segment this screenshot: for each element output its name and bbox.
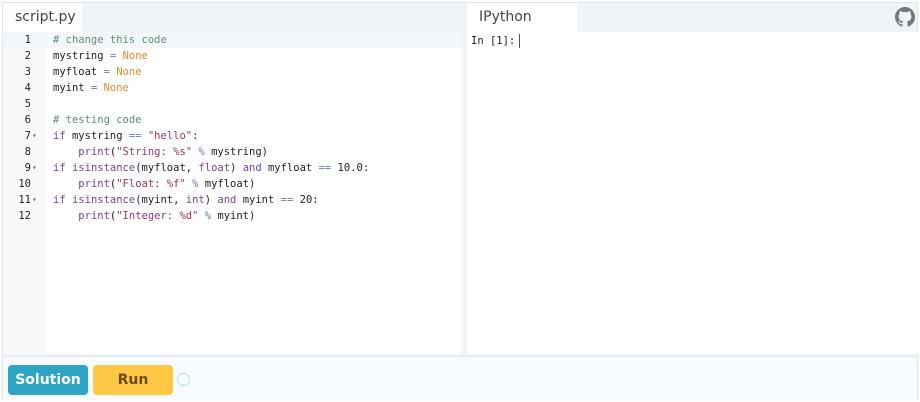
- code-text: print("String: %s" % mystring): [53, 144, 268, 160]
- code-token: mystring): [204, 146, 268, 158]
- tab-script-py[interactable]: script.py: [3, 3, 82, 32]
- code-token: myfloat: [53, 66, 104, 78]
- code-line[interactable]: 10 print("Float: %f" % myfloat): [3, 176, 462, 192]
- code-token: if: [53, 130, 66, 142]
- line-number: 4: [24, 82, 31, 94]
- text-cursor: [519, 34, 521, 48]
- code-token: myint: [53, 82, 91, 94]
- code-line[interactable]: 1 # change this code: [3, 32, 462, 48]
- line-number: 12: [18, 210, 31, 222]
- line-number: 8: [24, 146, 31, 158]
- code-token: mystring: [53, 50, 110, 62]
- github-icon[interactable]: [895, 7, 915, 27]
- code-text: myint = None: [53, 80, 129, 96]
- code-line[interactable]: 2 mystring = None: [3, 48, 462, 64]
- code-line[interactable]: 3 myfloat = None: [3, 64, 462, 80]
- shell-prompt-label: In [1]:: [471, 35, 516, 47]
- code-token: mystring: [65, 130, 129, 142]
- code-line[interactable]: 8 print("String: %s" % mystring): [3, 144, 462, 160]
- code-token: ): [230, 162, 243, 174]
- line-number: 1: [24, 34, 31, 46]
- code-text: if mystring == "hello":: [53, 128, 198, 144]
- code-token: "hello": [147, 130, 193, 142]
- code-text: # testing code: [53, 112, 142, 128]
- code-line[interactable]: 11 ▾ if isinstance(myint, int) and myint =…: [3, 192, 462, 208]
- tab-ipython-shell[interactable]: IPython Shell: [467, 3, 577, 54]
- code-token: myint): [211, 210, 256, 222]
- code-token: ==: [128, 130, 142, 142]
- code-token: int: [185, 194, 205, 206]
- code-token: and: [217, 194, 237, 206]
- code-text: print("Integer: %d" % myint): [53, 208, 255, 224]
- code-token: float: [198, 162, 231, 174]
- code-token: (myfloat,: [135, 162, 199, 174]
- code-token: if: [53, 162, 66, 174]
- fold-arrow-icon[interactable]: ▾: [32, 160, 37, 176]
- code-token: # testing code: [53, 114, 142, 126]
- code-token: "String: %s": [116, 146, 193, 158]
- line-number: 3: [24, 66, 31, 78]
- code-token: isinstance: [71, 162, 136, 174]
- line-number: 7: [24, 130, 31, 142]
- code-token: myfloat): [198, 178, 256, 190]
- line-number: 11: [18, 194, 31, 206]
- code-text: print("Float: %f" % myfloat): [53, 176, 255, 192]
- code-token: None: [122, 50, 148, 62]
- line-number: 9: [24, 162, 31, 174]
- code-token: # change this code: [53, 34, 167, 46]
- fold-arrow-icon[interactable]: ▾: [32, 128, 37, 144]
- code-token: isinstance: [71, 194, 136, 206]
- code-text: if isinstance(myint, int) and myint == 2…: [53, 192, 319, 208]
- code-token: if: [53, 194, 66, 206]
- code-token: myint: [236, 194, 281, 206]
- code-line[interactable]: 9 ▾ if isinstance(myfloat, float) and myfl…: [3, 160, 462, 176]
- run-button[interactable]: Run: [93, 365, 173, 395]
- code-token: None: [116, 66, 142, 78]
- code-line[interactable]: 4 myint = None: [3, 80, 462, 96]
- code-token: 20:: [293, 194, 319, 206]
- code-text: if isinstance(myfloat, float) and myfloa…: [53, 160, 369, 176]
- code-token: and: [242, 162, 262, 174]
- line-number: 2: [24, 50, 31, 62]
- code-token: None: [103, 82, 129, 94]
- code-token: print: [78, 146, 110, 158]
- solution-button[interactable]: Solution: [8, 365, 88, 395]
- line-number: 5: [24, 98, 31, 110]
- code-line[interactable]: 5: [3, 96, 462, 112]
- code-text: # change this code: [53, 32, 167, 48]
- code-token: myfloat: [261, 162, 319, 174]
- code-token: ==: [280, 194, 294, 206]
- code-token: print: [78, 210, 110, 222]
- code-line[interactable]: 6 # testing code: [3, 112, 462, 128]
- code-token: ==: [318, 162, 332, 174]
- code-token: "Integer: %d": [116, 210, 199, 222]
- code-token: print: [78, 178, 110, 190]
- line-number: 6: [24, 114, 31, 126]
- ipython-shell-pane[interactable]: [467, 32, 918, 354]
- fold-arrow-icon[interactable]: ▾: [32, 192, 37, 208]
- code-editor[interactable]: 1 # change this code 2 mystring = None 3 myfl…: [3, 32, 462, 354]
- shell-prompt[interactable]: In [1]:: [471, 33, 521, 49]
- code-text: mystring = None: [53, 48, 148, 64]
- code-token: (myint,: [135, 194, 186, 206]
- code-text: myfloat = None: [53, 64, 142, 80]
- code-token: "Float: %f": [116, 178, 186, 190]
- code-token: ): [204, 194, 218, 206]
- code-line[interactable]: 7 ▾ if mystring == "hello":: [3, 128, 462, 144]
- code-line[interactable]: 12 print("Integer: %d" % myint): [3, 208, 462, 224]
- loading-indicator-icon: [177, 373, 190, 386]
- code-token: :: [192, 130, 199, 142]
- line-number: 10: [18, 178, 31, 190]
- code-token: 10.0:: [331, 162, 370, 174]
